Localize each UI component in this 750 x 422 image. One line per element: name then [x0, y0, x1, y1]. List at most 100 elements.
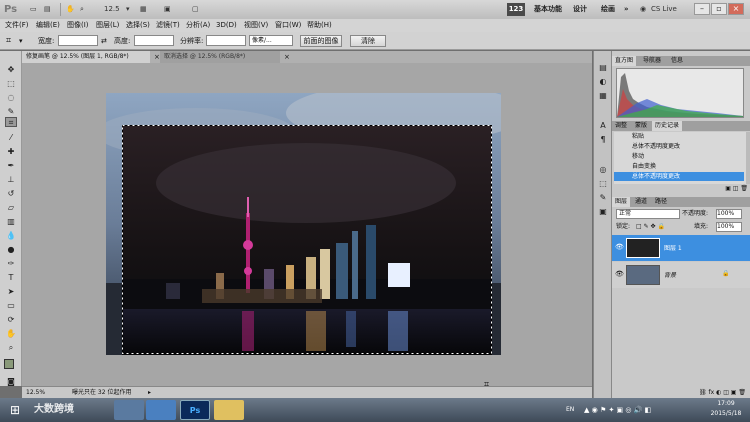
- minimize-button[interactable]: –: [694, 3, 710, 15]
- type-tool-icon[interactable]: T: [5, 273, 17, 283]
- tab-channels[interactable]: 通道: [632, 197, 650, 207]
- tab-navigator[interactable]: 导航器: [640, 56, 664, 66]
- opacity-input[interactable]: 100%: [716, 209, 742, 219]
- history-scrollbar[interactable]: [746, 132, 750, 184]
- tab-history[interactable]: 历史记录: [652, 121, 683, 131]
- close-icon[interactable]: ×: [280, 51, 290, 63]
- front-image-button[interactable]: 前面的图像: [300, 35, 342, 47]
- menu-help[interactable]: 帮助(H): [307, 19, 332, 32]
- quick-select-tool-icon[interactable]: ✎: [5, 107, 17, 117]
- more-workspaces[interactable]: »: [624, 3, 632, 16]
- workspace-badge[interactable]: 123: [507, 3, 525, 16]
- document-image[interactable]: [106, 93, 501, 355]
- bridge-icon[interactable]: ▭: [30, 3, 40, 16]
- clear-button[interactable]: 清除: [350, 35, 386, 47]
- fill-input[interactable]: 100%: [716, 222, 742, 232]
- tool-preset-chevron-icon[interactable]: ▾: [19, 36, 25, 46]
- crop-tool-icon[interactable]: ⌗: [5, 117, 17, 127]
- layers-footer-icons[interactable]: ⛓ fx ◐ ◫ ▣ 🗑: [616, 388, 746, 397]
- resolution-input[interactable]: [206, 35, 246, 46]
- eye-icon[interactable]: 👁: [615, 270, 624, 278]
- history-brush-tool-icon[interactable]: ↺: [5, 189, 17, 199]
- tab-histogram[interactable]: 直方图: [612, 56, 637, 66]
- restore-button[interactable]: ▫: [711, 3, 727, 15]
- marquee-tool-icon[interactable]: ⬚: [5, 79, 17, 89]
- tab-layers[interactable]: 图层: [612, 197, 631, 207]
- healing-brush-tool-icon[interactable]: ✚: [5, 147, 17, 157]
- hand-icon[interactable]: ✋: [66, 3, 78, 16]
- zoom-icon[interactable]: ⌕: [80, 3, 90, 16]
- menu-filter[interactable]: 滤镜(T): [156, 19, 180, 32]
- tab-paths[interactable]: 路径: [652, 197, 670, 207]
- taskbar-app-icon[interactable]: [114, 400, 144, 420]
- tray-icons[interactable]: ▲ ◉ ⚑ ✦ ▣ ◎ 🔊 ◧: [584, 404, 694, 416]
- width-input[interactable]: [58, 35, 98, 46]
- menu-3d[interactable]: 3D(D): [216, 19, 237, 32]
- tab-masks[interactable]: 蒙版: [632, 121, 650, 131]
- tab-info[interactable]: 信息: [668, 56, 686, 66]
- menu-select[interactable]: 选择(S): [126, 19, 150, 32]
- dodge-tool-icon[interactable]: ●: [5, 245, 17, 255]
- panel-icon[interactable]: ▦: [597, 91, 609, 101]
- history-item-selected[interactable]: 总体不透明度更改: [614, 172, 744, 181]
- zoom-tool-icon[interactable]: ⌕: [5, 343, 17, 353]
- quick-mask-icon[interactable]: ◙: [5, 377, 17, 387]
- history-item[interactable]: 粘贴: [614, 132, 744, 141]
- foreground-color-swatch[interactable]: [4, 359, 14, 369]
- shape-tool-icon[interactable]: ▭: [5, 301, 17, 311]
- workspace-design[interactable]: 设计: [573, 3, 593, 16]
- lock-icons[interactable]: □ ✎ ✥ 🔒: [636, 222, 676, 232]
- panel-icon[interactable]: ▣: [597, 207, 609, 217]
- menu-view[interactable]: 视图(V): [244, 19, 268, 32]
- status-menu-arrow-icon[interactable]: ▸: [148, 388, 156, 398]
- history-item[interactable]: 总体不透明度更改: [614, 142, 744, 151]
- tray-language[interactable]: EN: [566, 404, 580, 416]
- resolution-unit-select[interactable]: 像素/...: [249, 35, 293, 46]
- layer-name[interactable]: 背景: [664, 270, 676, 279]
- hand-tool-icon[interactable]: ✋: [5, 329, 17, 339]
- menu-image[interactable]: 图像(I): [67, 19, 89, 32]
- panel-icon[interactable]: ¶: [597, 135, 609, 145]
- menu-edit[interactable]: 编辑(E): [36, 19, 60, 32]
- status-zoom[interactable]: 12.5%: [26, 388, 45, 398]
- layer-row[interactable]: 👁 背景 🔒: [612, 262, 750, 288]
- blur-tool-icon[interactable]: 💧: [5, 231, 17, 241]
- taskbar-cloud-icon[interactable]: [146, 400, 176, 420]
- lasso-tool-icon[interactable]: ◌: [5, 93, 17, 103]
- menu-file[interactable]: 文件(F): [5, 19, 29, 32]
- tab-document-2[interactable]: 取消选择 @ 12.5% (RGB/8*): [160, 51, 280, 63]
- path-selection-tool-icon[interactable]: ➤: [5, 287, 17, 297]
- swap-icon[interactable]: ⇄: [101, 36, 109, 46]
- history-item[interactable]: 移动: [614, 152, 744, 161]
- 3d-rotate-tool-icon[interactable]: ⟳: [5, 315, 17, 325]
- panel-icon[interactable]: A: [597, 121, 609, 131]
- menu-layer[interactable]: 图层(L): [96, 19, 119, 32]
- layer-row-selected[interactable]: 👁 图层 1: [612, 235, 750, 261]
- history-item[interactable]: 自由变换: [614, 162, 744, 171]
- gradient-tool-icon[interactable]: ▥: [5, 217, 17, 227]
- workspace-painting[interactable]: 绘画: [601, 3, 621, 16]
- zoom-level[interactable]: 12.5: [104, 3, 126, 16]
- panel-icon[interactable]: ▤: [597, 63, 609, 73]
- tab-document-1[interactable]: 修复画笔 @ 12.5% (图层 1, RGB/8*): [22, 51, 150, 63]
- panel-icon[interactable]: ◎: [597, 165, 609, 175]
- start-button-icon[interactable]: ⊞: [2, 400, 28, 420]
- eye-icon[interactable]: 👁: [615, 243, 624, 251]
- menu-window[interactable]: 窗口(W): [275, 19, 301, 32]
- close-icon[interactable]: ×: [150, 51, 160, 63]
- history-footer-icons[interactable]: ▣ ◫ 🗑: [692, 185, 748, 193]
- layer-name[interactable]: 图层 1: [664, 243, 682, 252]
- menu-analysis[interactable]: 分析(A): [186, 19, 210, 32]
- pen-tool-icon[interactable]: ✑: [5, 259, 17, 269]
- panel-icon[interactable]: ⬚: [597, 179, 609, 189]
- screen-mode-icon[interactable]: ▢: [192, 3, 202, 16]
- eyedropper-tool-icon[interactable]: ⁄: [5, 133, 17, 143]
- tray-date[interactable]: 2015/5/18: [706, 410, 746, 419]
- taskbar-photoshop-icon[interactable]: Ps: [180, 400, 210, 420]
- panel-icon[interactable]: ◐: [597, 77, 609, 87]
- chevron-down-icon[interactable]: ▾: [126, 3, 134, 16]
- crop-tool-icon[interactable]: ⌗: [6, 36, 18, 46]
- clone-stamp-tool-icon[interactable]: ⊥: [5, 175, 17, 185]
- brush-tool-icon[interactable]: ✒: [5, 161, 17, 171]
- panel-icon[interactable]: ✎: [597, 193, 609, 203]
